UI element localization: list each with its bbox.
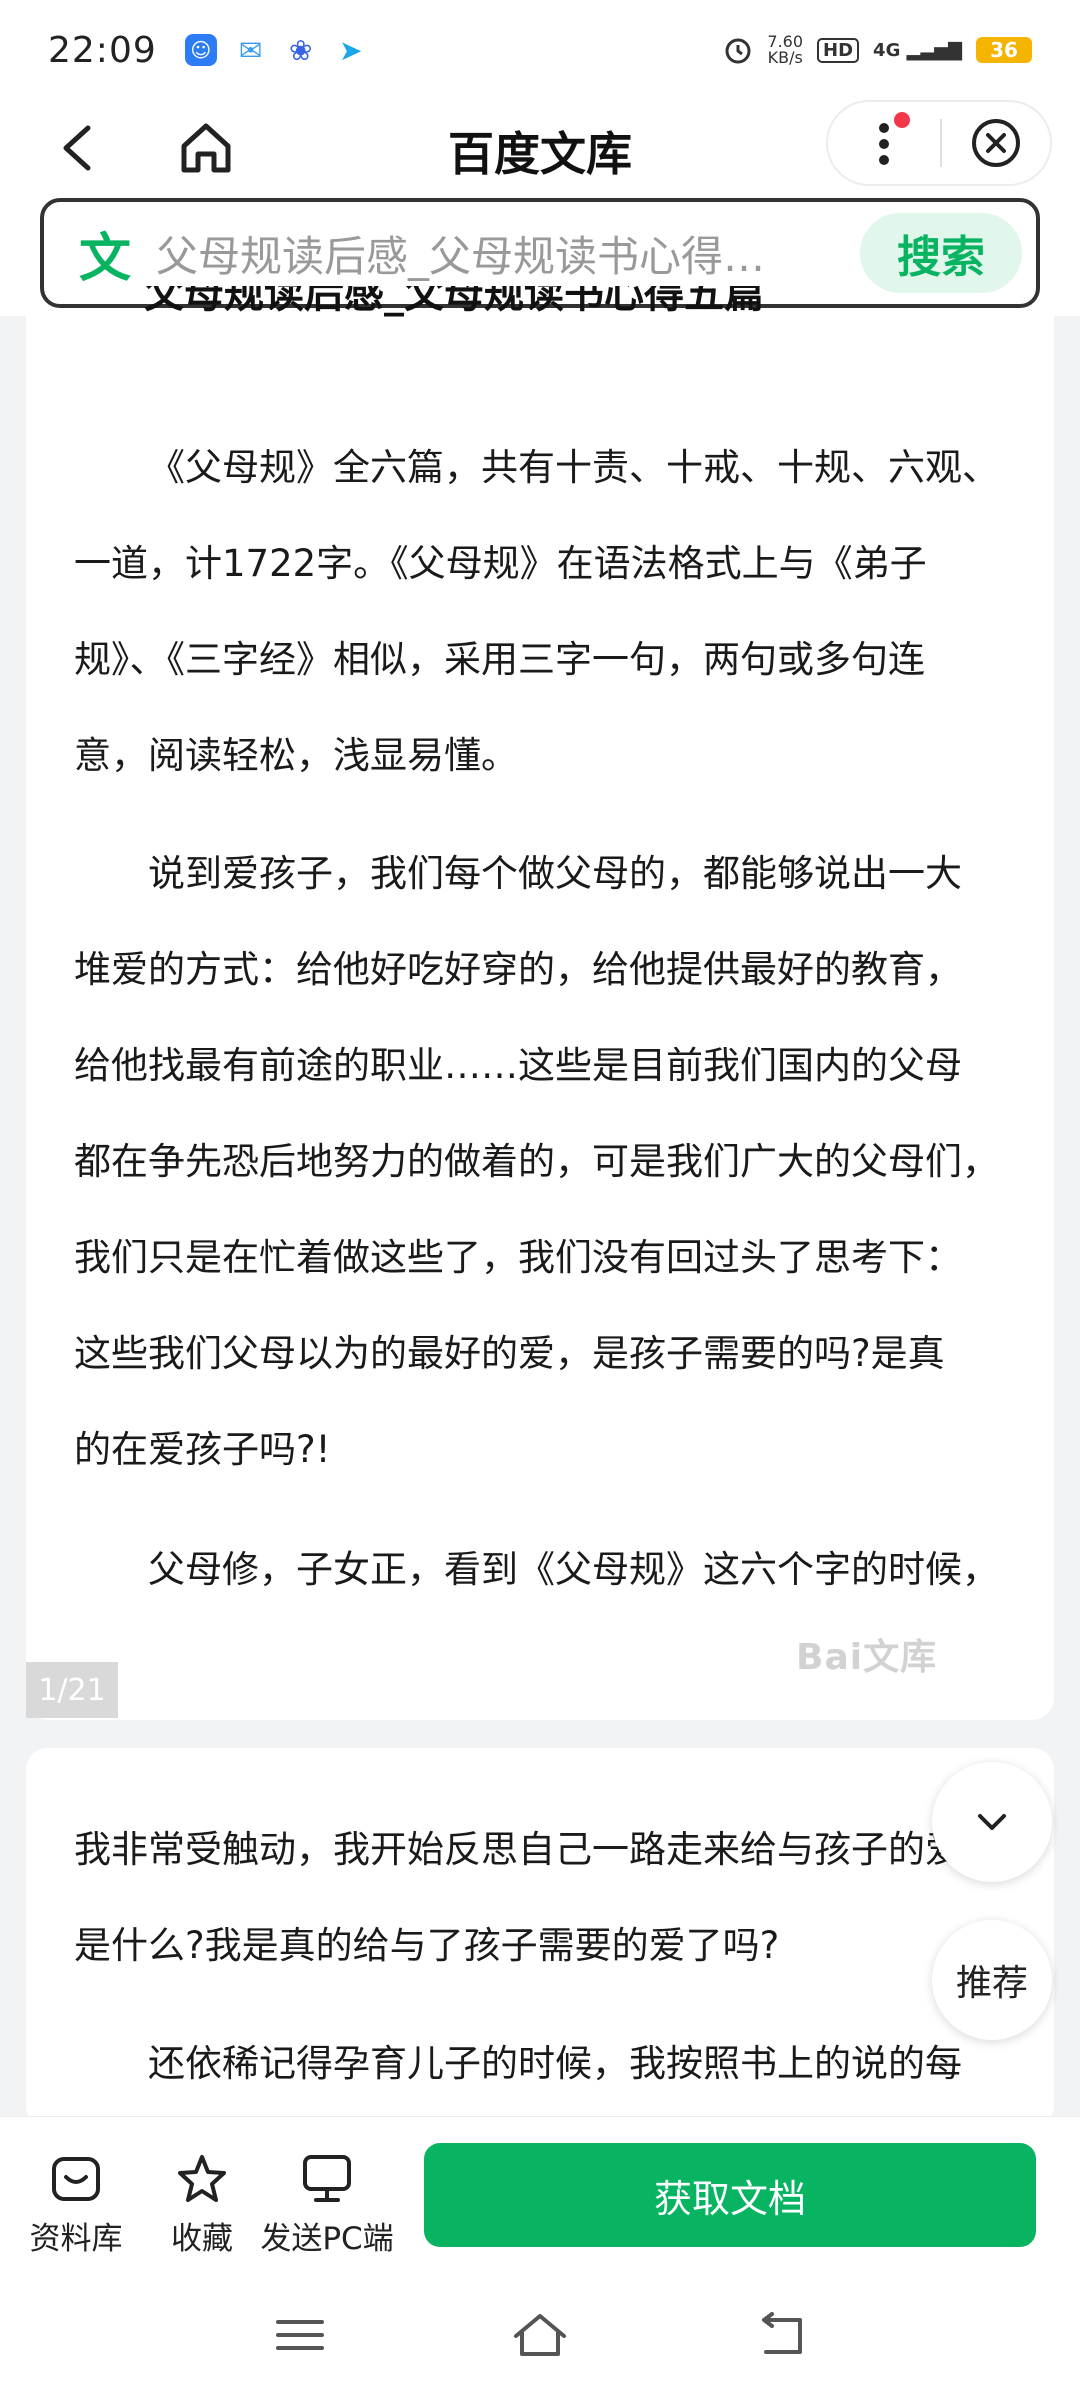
- paragraph-line: 还依稀记得孕育儿子的时候，我按照书上的说的每: [148, 2042, 962, 2085]
- library-button[interactable]: 资料库: [6, 2153, 146, 2258]
- system-home-icon[interactable]: [510, 2310, 570, 2360]
- paragraph-line: 《父母规》全六篇，共有十责、十戒、十规、六观、: [148, 446, 999, 489]
- status-bar: 22:09 ☺ ✉ ❀ ➤ 7.60 KB/s HD 4G ▂▃▅▇ 36: [0, 0, 1080, 100]
- scroll-down-button[interactable]: [932, 1762, 1052, 1882]
- more-button[interactable]: [828, 100, 940, 186]
- top-nav: 百度文库: [0, 100, 1080, 196]
- get-document-button[interactable]: 获取文档: [424, 2143, 1036, 2247]
- favorite-label: 收藏: [171, 2221, 233, 2257]
- send-pc-label: 发送PC端: [260, 2221, 394, 2257]
- hd-icon: HD: [817, 37, 860, 63]
- page-indicator: 1/21: [26, 1662, 118, 1718]
- network-speed: 7.60 KB/s: [767, 32, 804, 67]
- more-dots-icon: [879, 123, 889, 165]
- alarm-icon: [725, 38, 751, 64]
- chevron-down-icon: [978, 1814, 1006, 1830]
- notification-icons: ☺ ✉ ❀ ➤: [184, 34, 367, 67]
- paragraph-line: 规》、《三字经》相似，采用三字一句，两句或多句连: [74, 638, 925, 681]
- library-icon: [52, 2157, 100, 2201]
- library-label: 资料库: [29, 2221, 123, 2257]
- wechat-icon: ✉: [234, 34, 267, 67]
- paragraph-line: 堆爱的方式：给他好吃好穿的，给他提供最好的教育，: [74, 948, 962, 991]
- document-title: 父母规读后感_父母规读书心得五篇: [144, 286, 764, 317]
- wenku-logo-icon: 文: [78, 228, 131, 289]
- baidu-paw-icon: ❀: [284, 34, 317, 67]
- paragraph-line: 这些我们父母以为的最好的爱，是孩子需要的吗?是真: [74, 1332, 945, 1375]
- close-circle-icon: [971, 119, 1020, 167]
- favorite-button[interactable]: 收藏: [132, 2153, 272, 2258]
- send-arrow-icon: ➤: [334, 34, 367, 67]
- menu-icon[interactable]: [270, 2310, 330, 2360]
- system-navigation-bar: [0, 2266, 1080, 2400]
- recommend-button[interactable]: 推荐: [932, 1920, 1052, 2040]
- mini-program-capsule: [826, 100, 1052, 186]
- monitor-icon: [303, 2155, 351, 2202]
- paragraph-line: 意，阅读轻松，浅显易懂。: [74, 734, 518, 777]
- app-notification-icon: ☺: [184, 34, 217, 66]
- battery-icon: 36: [976, 37, 1032, 63]
- status-indicators: 7.60 KB/s HD 4G ▂▃▅▇ 36: [723, 34, 1032, 66]
- paragraph-line: 我非常受触动，我开始反思自己一路走来给与孩子的爱: [74, 1828, 962, 1871]
- paragraph-line: 是什么?我是真的给与了孩子需要的爱了吗?: [74, 1924, 780, 1967]
- search-button[interactable]: 搜索: [860, 213, 1022, 293]
- baidu-wenku-watermark: Bai文库: [796, 1637, 938, 1678]
- signal-icon: 4G ▂▃▅▇: [873, 39, 962, 61]
- paragraph-line: 都在争先恐后地努力的做着的，可是我们广大的父母们，: [74, 1140, 999, 1183]
- paragraph-line: 父母修，子女正，看到《父母规》这六个字的时候，: [148, 1548, 999, 1591]
- paragraph-line: 一道，计1722字。《父母规》在语法格式上与《弟子: [74, 542, 927, 585]
- search-input[interactable]: 父母规读后感_父母规读书心得…: [156, 223, 848, 284]
- star-icon: [178, 2155, 226, 2202]
- paragraph-line: 我们只是在忙着做这些了，我们没有回过头了思考下：: [74, 1236, 962, 1279]
- status-time: 22:09: [48, 29, 157, 71]
- home-icon[interactable]: [176, 118, 236, 178]
- system-back-icon[interactable]: [752, 2310, 812, 2360]
- paragraph-line: 的在爱孩子吗?!: [74, 1428, 331, 1471]
- bottom-toolbar: 资料库 收藏 发送PC端 获取文档: [0, 2116, 1080, 2266]
- close-button[interactable]: [942, 100, 1050, 186]
- notification-dot: [894, 112, 910, 128]
- send-pc-button[interactable]: 发送PC端: [254, 2153, 400, 2258]
- paragraph-line: 给他找最有前途的职业……这些是目前我们国内的父母: [74, 1044, 962, 1087]
- paragraph-line: 说到爱孩子，我们每个做父母的，都能够说出一大: [148, 852, 962, 895]
- back-arrow-icon[interactable]: [52, 122, 104, 174]
